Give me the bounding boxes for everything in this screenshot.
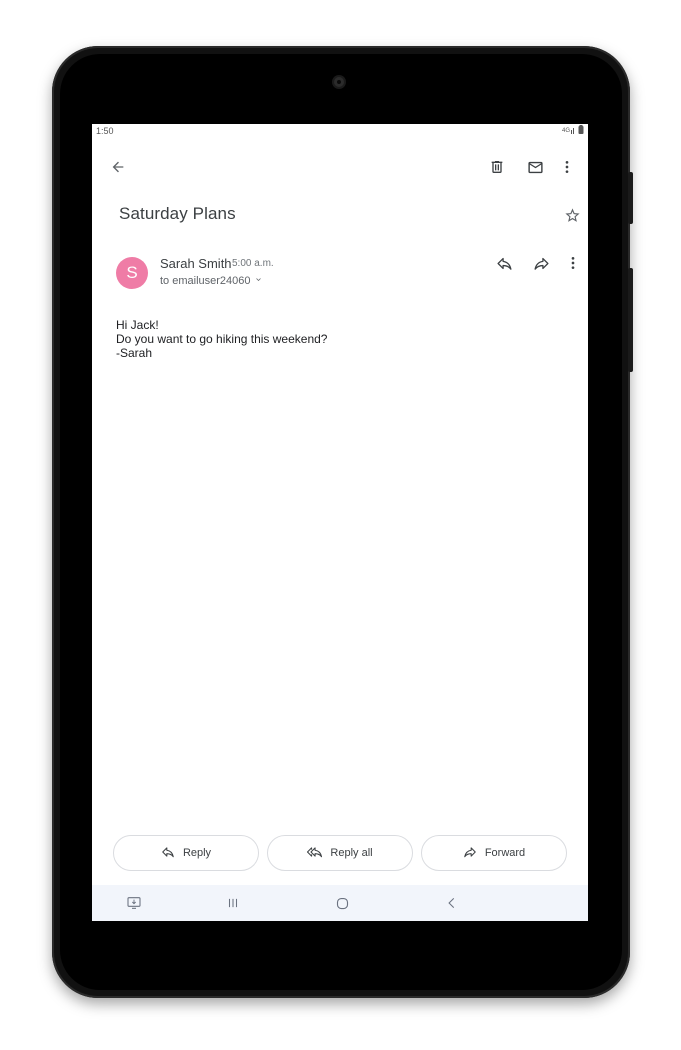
body-line: Do you want to go hiking this weekend? (116, 332, 328, 346)
status-time: 1:50 (96, 126, 114, 136)
reply-label: Reply (182, 847, 212, 859)
reply-all-icon (307, 845, 323, 862)
back-arrow-icon[interactable] (106, 155, 130, 179)
forward-label: Forward (484, 847, 526, 859)
mail-icon[interactable] (523, 155, 547, 179)
power-button (628, 268, 633, 372)
delete-icon[interactable] (485, 155, 509, 179)
forward-icon (463, 845, 477, 862)
recipient-details[interactable]: to emailuser24060 (160, 275, 263, 287)
screen: 1:50 4G Saturday Plans S Sarah Smith 5:0… (92, 124, 588, 921)
forward-button[interactable]: Forward (421, 835, 567, 871)
body-line: -Sarah (116, 346, 153, 360)
reply-all-label: Reply all (330, 847, 373, 859)
svg-text:4G: 4G (562, 128, 570, 134)
sender-avatar: S (116, 257, 148, 289)
reply-button[interactable]: Reply (113, 835, 259, 871)
front-camera (334, 77, 344, 87)
chevron-down-icon (254, 275, 263, 287)
reply-icon (161, 845, 175, 862)
navigation-bar (92, 885, 588, 921)
email-subject: Saturday Plans (119, 204, 236, 223)
battery-icon (578, 125, 584, 136)
email-body: Hi Jack! Do you want to go hiking this w… (116, 318, 327, 360)
volume-button (628, 172, 633, 224)
body-line: Hi Jack! (116, 318, 159, 332)
message-more-icon[interactable] (561, 251, 585, 275)
status-bar: 1:50 4G (92, 124, 588, 138)
reply-all-button[interactable]: Reply all (267, 835, 413, 871)
forward-icon[interactable] (529, 251, 553, 275)
email-time: 5:00 a.m. (232, 258, 274, 269)
recipient-label: to emailuser24060 (160, 275, 251, 287)
more-vert-icon[interactable] (555, 155, 579, 179)
home-icon[interactable] (330, 885, 354, 921)
reply-icon[interactable] (492, 251, 516, 275)
nav-back-icon[interactable] (440, 885, 464, 921)
sender-name: Sarah Smith (160, 256, 232, 271)
screen-icon[interactable] (122, 885, 146, 921)
star-icon[interactable] (560, 203, 584, 227)
status-icons: 4G (562, 125, 584, 136)
signal-icon: 4G (562, 126, 576, 136)
recents-icon[interactable] (221, 885, 245, 921)
